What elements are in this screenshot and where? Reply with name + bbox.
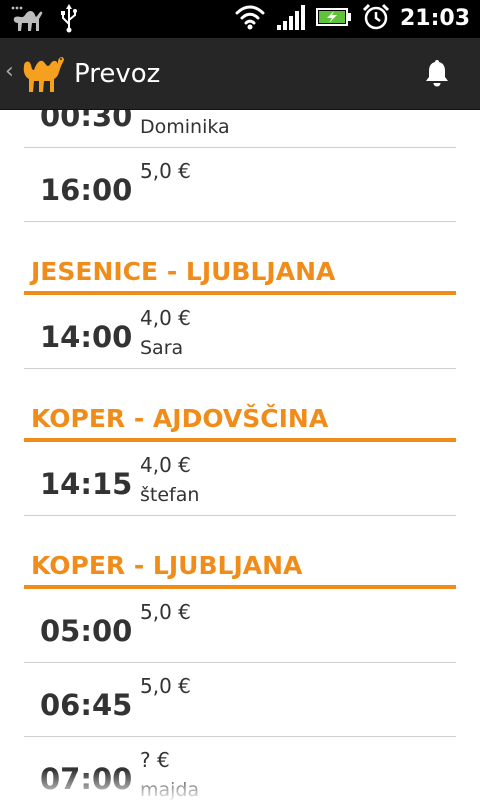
route-header: KOPER - LJUBLJANA [24,516,456,589]
battery-charging-icon [315,3,352,35]
ride-price: 5,0 € [140,159,191,183]
rides-list-viewport[interactable]: 00:30 Dominika 16:00 5,0 € JESENICE - LJ… [0,110,480,800]
ride-driver: Sara [140,337,184,359]
ride-time: 06:45 [40,688,133,722]
rides-list: 00:30 Dominika 16:00 5,0 € JESENICE - LJ… [0,110,480,800]
ride-price: 4,0 € [140,306,191,330]
route-title: JESENICE - LJUBLJANA [31,257,336,286]
wifi-icon [234,3,266,35]
bell-icon[interactable] [424,58,450,88]
status-clock: 21:03 [399,6,470,31]
ride-row[interactable]: 05:00 5,0 € [24,589,456,663]
action-bar: ‹ Prevoz [0,38,480,110]
ride-price: 5,0 € [140,674,191,698]
ride-row[interactable]: 14:00 4,0 € Sara [24,295,456,369]
ride-time: 00:30 [40,110,133,133]
route-title: KOPER - LJUBLJANA [31,551,303,580]
ride-time: 14:00 [40,320,133,354]
route-header: KOPER - AJDOVŠČINA [24,369,456,442]
system-icons: 21:03 [234,3,470,35]
notification-area [10,4,80,38]
ride-driver: Dominika [140,116,230,138]
alarm-icon [362,3,390,35]
ride-time: 16:00 [40,173,133,207]
ride-row[interactable]: 14:15 4,0 € štefan [24,442,456,516]
route-header: JESENICE - LJUBLJANA [24,222,456,295]
status-bar: 21:03 [0,0,480,38]
camel-logo-icon[interactable] [20,50,66,96]
ride-driver: štefan [140,484,200,506]
ride-row[interactable]: 00:30 Dominika [24,110,456,148]
camel-notification-icon [10,4,44,38]
ride-price: 4,0 € [140,453,191,477]
app-title: Prevoz [74,59,161,89]
ride-price: 5,0 € [140,600,191,624]
ride-row[interactable]: 16:00 5,0 € [24,148,456,222]
ride-time: 14:15 [40,467,133,501]
route-title: KOPER - AJDOVŠČINA [31,404,329,433]
up-chevron-icon[interactable]: ‹ [5,60,14,84]
bottom-fade [0,770,480,800]
ride-time: 05:00 [40,614,133,648]
ride-row[interactable]: 06:45 5,0 € [24,663,456,737]
usb-icon [58,4,80,38]
signal-icon [276,3,306,35]
